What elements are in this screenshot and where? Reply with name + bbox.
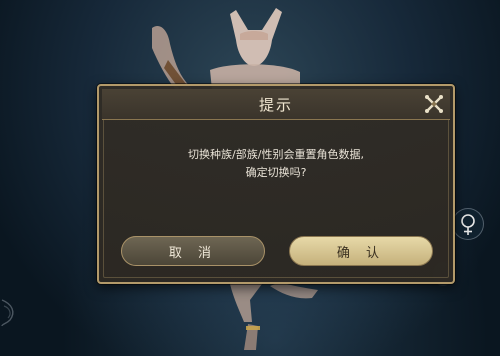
cancel-button-label: 取 消 xyxy=(168,245,218,261)
female-symbol-icon xyxy=(461,214,475,235)
cancel-button[interactable]: 取 消 xyxy=(121,236,265,266)
message-line-2: 确定切换吗? xyxy=(245,166,307,179)
confirm-button-label: 确 认 xyxy=(336,245,386,261)
dialog-message: 切换种族/部族/性别会重置角色数据, 确定切换吗? xyxy=(102,146,450,182)
message-line-1: 切换种族/部族/性别会重置角色数据, xyxy=(188,148,364,161)
confirm-button[interactable]: 确 认 xyxy=(289,236,433,266)
close-button[interactable] xyxy=(422,92,446,116)
dialog-title: 提示 xyxy=(258,95,293,114)
left-edge-ornament xyxy=(1,299,14,327)
close-x-icon xyxy=(425,95,443,113)
gender-toggle-button[interactable] xyxy=(452,208,484,240)
game-scene: 提示 切换种族/部族/性别会重置角色数据, 确定切换吗? 取 消 确 认 xyxy=(0,0,500,356)
dialog-header: 提示 xyxy=(102,89,450,120)
